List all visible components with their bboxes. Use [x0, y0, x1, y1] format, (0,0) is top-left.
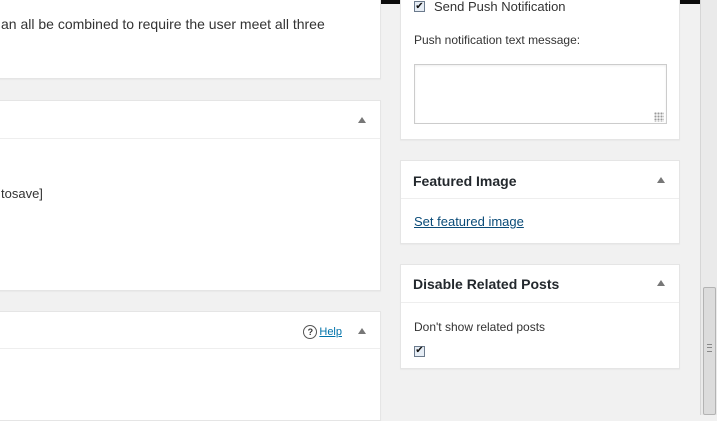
dont-show-related-wrap: ✔: [414, 340, 425, 358]
set-featured-image-link[interactable]: Set featured image: [414, 214, 524, 229]
send-push-row[interactable]: ✔ Send Push Notification: [414, 0, 566, 14]
triangle-up-icon[interactable]: [657, 177, 665, 183]
dont-show-related-label: Don't show related posts: [414, 320, 546, 334]
disable-related-posts-title: Disable Related Posts: [413, 276, 560, 292]
disable-related-posts-box: Disable Related Posts Don't show related…: [400, 264, 680, 369]
triangle-up-icon[interactable]: [358, 328, 366, 334]
help-box: ? Help: [0, 311, 381, 421]
featured-image-header[interactable]: Featured Image: [401, 161, 679, 199]
featured-image-title: Featured Image: [413, 173, 517, 189]
shortcode-text: tosave]: [1, 186, 43, 201]
push-text-input[interactable]: [414, 64, 667, 124]
help-label[interactable]: Help: [319, 326, 342, 338]
featured-image-box: Featured Image Set featured image: [400, 160, 680, 244]
push-notification-box: ✔ Send Push Notification Push notificati…: [400, 0, 680, 140]
checkmark-icon: ✔: [415, 0, 424, 12]
description-box: an all be combined to require the user m…: [0, 0, 381, 79]
help-box-header[interactable]: ? Help: [0, 312, 380, 349]
shortcode-box-header[interactable]: [0, 101, 380, 139]
dont-show-related-checkbox[interactable]: ✔: [414, 345, 425, 357]
send-push-label: Send Push Notification: [434, 0, 566, 14]
push-text-label: Push notification text message:: [414, 33, 581, 47]
triangle-up-icon[interactable]: [657, 280, 665, 286]
checkmark-icon: ✔: [415, 345, 424, 356]
send-push-checkbox[interactable]: ✔: [414, 1, 425, 12]
disable-related-posts-header[interactable]: Disable Related Posts: [401, 265, 679, 303]
resize-grip-icon[interactable]: [654, 112, 664, 122]
triangle-up-icon[interactable]: [358, 117, 366, 123]
question-circle-icon: ?: [303, 325, 318, 339]
shortcode-box: tosave]: [0, 100, 381, 291]
scrollbar-thumb[interactable]: [703, 287, 716, 415]
vertical-scrollbar[interactable]: [700, 0, 717, 415]
help-link[interactable]: ? Help: [303, 325, 342, 339]
grip-lines-icon: [707, 344, 712, 352]
description-text: an all be combined to require the user m…: [1, 16, 325, 32]
